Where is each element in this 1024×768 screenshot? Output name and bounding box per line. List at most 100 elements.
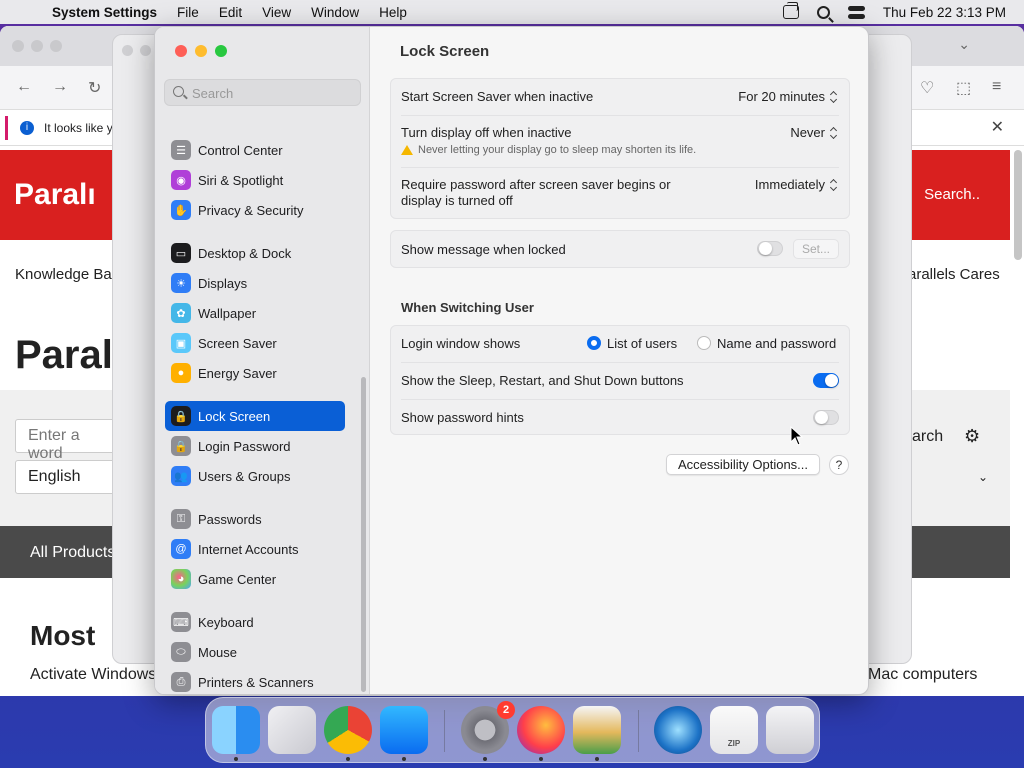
forward-arrow-icon[interactable]: →: [52, 78, 68, 96]
launchpad-icon[interactable]: [268, 706, 316, 754]
sidebar-item-label: Siri & Spotlight: [198, 172, 284, 188]
zip-icon[interactable]: ZIP: [710, 706, 758, 754]
browser-scrollbar[interactable]: [1014, 150, 1022, 260]
sidebar-item-privacy-security[interactable]: ✋ Privacy & Security: [165, 195, 345, 225]
sidebar-item-passwords[interactable]: ⚿ Passwords: [165, 504, 345, 534]
trash-icon[interactable]: [766, 706, 814, 754]
control-center-menubar-icon[interactable]: [847, 5, 865, 19]
browser-minimize-button[interactable]: [31, 40, 43, 52]
spotlight-icon[interactable]: [816, 5, 830, 19]
show-message-label: Show message when locked: [401, 242, 566, 257]
activate-windows-link[interactable]: Activate Windows: [30, 666, 156, 684]
kb-search-input[interactable]: Enter a word: [15, 419, 125, 462]
sidebar-item-lock-screen[interactable]: 🔒 Lock Screen: [165, 401, 345, 431]
warning-icon: [401, 145, 413, 155]
sidebar-scrollbar[interactable]: [361, 377, 366, 692]
page-big-title: Paral: [15, 333, 113, 377]
header-search-link[interactable]: Search..: [924, 186, 980, 203]
display-off-popup[interactable]: Never: [790, 125, 839, 140]
require-password-popup[interactable]: Immediately: [755, 177, 839, 192]
sidebar-item-label: Login Password: [198, 438, 291, 454]
all-products-link[interactable]: All Products: [30, 544, 115, 562]
sidebar-item-label: Wallpaper: [198, 305, 257, 321]
sidebar-item-label: Lock Screen: [198, 408, 271, 424]
minimize-button[interactable]: [195, 45, 207, 57]
running-indicator: [483, 757, 487, 761]
sidebar-item-siri-spotlight[interactable]: ◉ Siri & Spotlight: [165, 165, 345, 195]
browser-close-button[interactable]: [12, 40, 24, 52]
sidebar-item-control-center[interactable]: ☰ Control Center: [165, 135, 345, 165]
display-off-label: Turn display off when inactive: [401, 125, 572, 140]
sidebar-item-game-center[interactable]: ◕ Game Center: [165, 564, 345, 594]
finder-icon[interactable]: [212, 706, 260, 754]
sidebar-item-screen-saver[interactable]: ▣ Screen Saver: [165, 328, 345, 358]
gear-icon[interactable]: ⚙: [964, 426, 980, 447]
radar-icon[interactable]: [654, 706, 702, 754]
browser-zoom-button[interactable]: [50, 40, 62, 52]
sidebar-item-internet-accounts[interactable]: @ Internet Accounts: [165, 534, 345, 564]
search-button[interactable]: arch: [912, 428, 943, 446]
password-hints-label: Show password hints: [401, 410, 524, 425]
sidebar-item-users-groups[interactable]: 👥 Users & Groups: [165, 461, 345, 491]
menu-window[interactable]: Window: [301, 5, 369, 20]
reload-icon[interactable]: ↻: [88, 78, 101, 98]
sidebar-item-label: Energy Saver: [198, 365, 277, 381]
window-switcher-icon[interactable]: [782, 2, 799, 19]
settings-icon[interactable]: 2: [461, 701, 515, 754]
app-store-icon[interactable]: [380, 706, 428, 754]
sidebar-item-login-password[interactable]: 🔒 Login Password: [165, 431, 345, 461]
sidebar-item-label: Desktop & Dock: [198, 245, 292, 261]
chevron-down-icon[interactable]: ⌄: [978, 470, 988, 484]
radio-name-and-password[interactable]: Name and password: [697, 336, 836, 351]
menu-app-name[interactable]: System Settings: [52, 5, 167, 20]
radio-unselected-icon: [697, 336, 711, 350]
show-message-toggle[interactable]: [757, 241, 783, 256]
radio-list-of-users[interactable]: List of users: [587, 336, 677, 351]
back-arrow-icon[interactable]: ←: [16, 78, 32, 96]
hamburger-menu-icon[interactable]: ≡: [992, 78, 1001, 96]
pocket-icon[interactable]: ♡: [920, 78, 934, 98]
screen-saver-popup[interactable]: For 20 minutes: [738, 89, 839, 104]
firefox-icon[interactable]: [517, 706, 565, 754]
menubar-clock[interactable]: Thu Feb 22 3:13 PM: [883, 5, 1006, 20]
close-button[interactable]: [175, 45, 187, 57]
sidebar-item-label: Game Center: [198, 571, 277, 587]
mouse-pointer-icon: [790, 426, 804, 446]
menu-file[interactable]: File: [167, 5, 209, 20]
sidebar-item-printers-scanners[interactable]: ⎙ Printers & Scanners: [165, 667, 345, 694]
sidebar: Search ☰ Control Center ◉ Siri & Spotlight ✋…: [155, 27, 370, 694]
sleep-buttons-label: Show the Sleep, Restart, and Shut Down b…: [401, 373, 684, 388]
language-select[interactable]: English: [15, 460, 125, 494]
zoom-button[interactable]: [215, 45, 227, 57]
accessibility-options-button[interactable]: Accessibility Options...: [666, 454, 820, 475]
close-icon[interactable]: ✕: [991, 117, 1004, 137]
menu-view[interactable]: View: [252, 5, 301, 20]
nav-knowledge-base[interactable]: Knowledge Ba: [15, 266, 112, 283]
display-off-row: Turn display off when inactive Never Nev…: [391, 115, 849, 166]
flower-icon: ✿: [171, 303, 191, 323]
sidebar-item-keyboard[interactable]: ⌨ Keyboard: [165, 607, 345, 637]
sleep-buttons-row: Show the Sleep, Restart, and Shut Down b…: [391, 362, 849, 399]
sidebar-item-mouse[interactable]: ⬭ Mouse: [165, 637, 345, 667]
sidebar-item-label: Displays: [198, 275, 248, 291]
extensions-icon[interactable]: ⬚: [956, 78, 971, 98]
menu-help[interactable]: Help: [369, 5, 417, 20]
sidebar-item-displays[interactable]: ☀ Displays: [165, 268, 345, 298]
nav-parallels-cares[interactable]: arallels Cares: [908, 266, 1000, 283]
chevron-down-icon[interactable]: ⌄: [958, 36, 970, 53]
sidebar-item-energy-saver[interactable]: ● Energy Saver: [165, 358, 345, 388]
mac-computers-link[interactable]: Mac computers: [868, 666, 977, 684]
chrome-icon[interactable]: [324, 706, 372, 754]
help-button[interactable]: ?: [829, 455, 849, 475]
sleep-buttons-toggle[interactable]: [813, 373, 839, 388]
sidebar-item-wallpaper[interactable]: ✿ Wallpaper: [165, 298, 345, 328]
menu-edit[interactable]: Edit: [209, 5, 252, 20]
set-message-button[interactable]: Set...: [793, 239, 839, 259]
display-warning: Never letting your display go to sleep m…: [401, 144, 696, 156]
sidebar-item-label: Screen Saver: [198, 335, 277, 351]
password-hints-toggle[interactable]: [813, 410, 839, 425]
sidebar-search-field[interactable]: Search: [164, 79, 361, 106]
parallels-logo[interactable]: Paralı: [14, 178, 96, 212]
sidebar-item-desktop-dock[interactable]: ▭ Desktop & Dock: [165, 238, 345, 268]
installer-icon[interactable]: [573, 706, 621, 754]
